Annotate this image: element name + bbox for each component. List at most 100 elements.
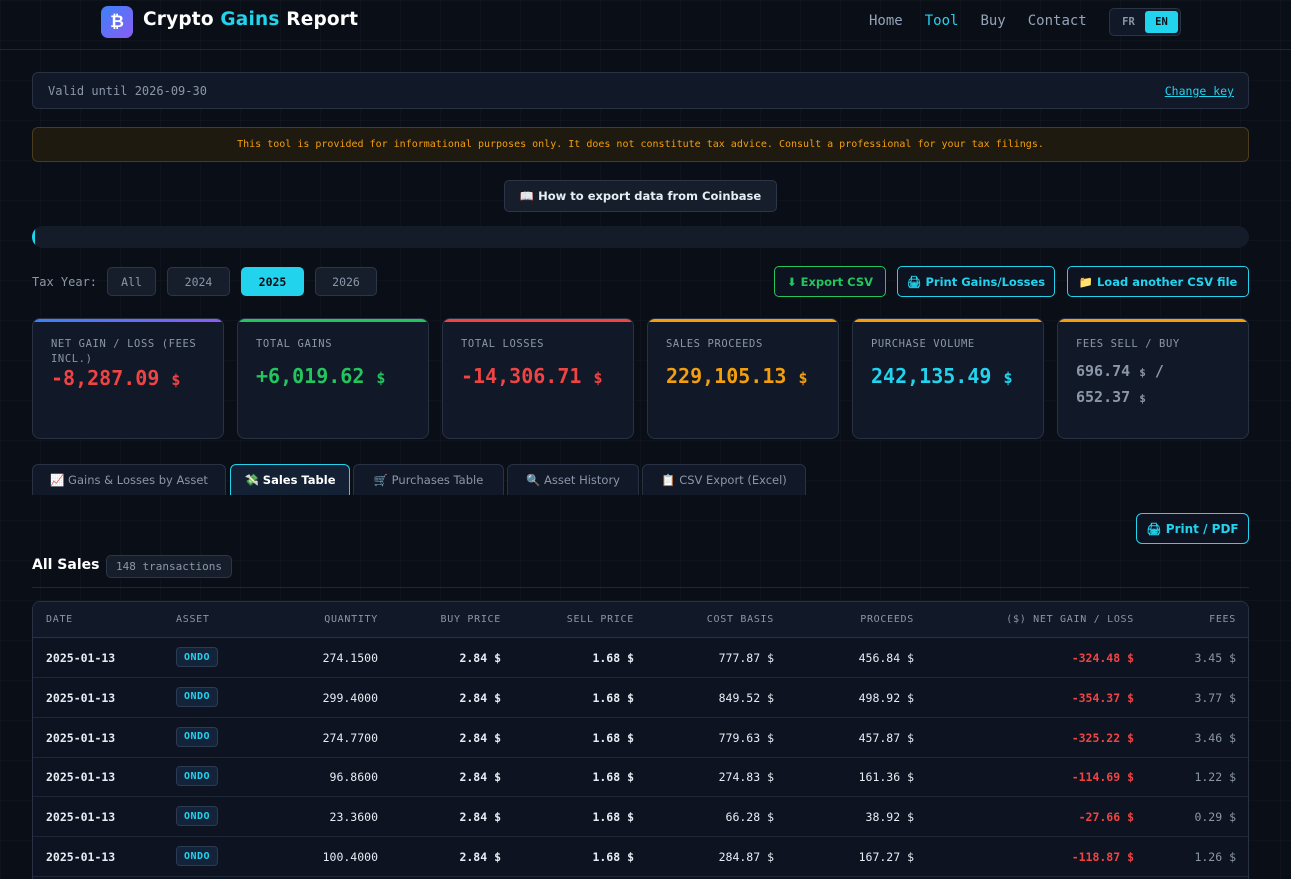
row-net-gain-loss: -114.69 $ bbox=[1071, 770, 1134, 785]
table-row[interactable]: 2025-01-13 299.4000 2.84 $ 1.68 $ 849.52 $ 49… bbox=[33, 678, 1248, 718]
row-date: 2025-01-13 bbox=[46, 730, 116, 745]
col-date[interactable]: DATE bbox=[46, 614, 73, 625]
row-net-gain-loss: -118.87 $ bbox=[1071, 850, 1134, 864]
print-gains-losses-button[interactable]: 🖨 Print Gains/Losses bbox=[897, 266, 1055, 297]
transaction-count-badge: 148 transactions bbox=[106, 555, 232, 578]
print-pdf-button[interactable]: 🖨 Print / PDF bbox=[1136, 513, 1249, 544]
col-buy-price[interactable]: BUY PRICE bbox=[441, 614, 502, 625]
table-row[interactable]: 2025-01-13 274.7700 2.84 $ 1.68 $ 779.63 $ 45… bbox=[33, 718, 1248, 758]
bitcoin-logo-icon[interactable]: ₿ bbox=[101, 6, 133, 38]
row-sell-price: 1.68 $ bbox=[592, 730, 634, 745]
row-quantity: 100.4000 bbox=[322, 850, 378, 864]
tab-asset-history[interactable]: 🔍 Asset History bbox=[507, 464, 639, 495]
table-row[interactable]: 2025-01-13 96.8600 2.84 $ 1.68 $ 274.83 $ 161… bbox=[33, 757, 1248, 798]
year-2026-button[interactable]: 2026 bbox=[315, 267, 377, 296]
row-date: 2025-01-13 bbox=[46, 850, 116, 864]
row-sell-price: 1.68 $ bbox=[592, 770, 634, 785]
table-row[interactable]: 2025-01-13 23.3600 2.84 $ 1.68 $ 66.28 $ 38.9… bbox=[33, 797, 1248, 838]
col-sell-price[interactable]: SELL PRICE bbox=[567, 614, 634, 625]
row-fees: 1.26 $ bbox=[1194, 850, 1236, 864]
top-header: ₿ Crypto Gains Report Home Tool Buy Cont… bbox=[0, 0, 1291, 50]
year-2024-button[interactable]: 2024 bbox=[167, 267, 230, 296]
tab-sales-table[interactable]: 💸 Sales Table bbox=[230, 464, 350, 495]
col-quantity[interactable]: QUANTITY bbox=[324, 614, 378, 625]
row-buy-price: 2.84 $ bbox=[459, 770, 501, 785]
row-cost-basis: 274.83 $ bbox=[718, 770, 774, 785]
nav-home[interactable]: Home bbox=[869, 13, 903, 29]
row-quantity: 96.8600 bbox=[329, 770, 378, 785]
fees-card: FEES SELL / BUY 696.74 $ /652.37 $ bbox=[1057, 318, 1249, 439]
disclaimer-banner: This tool is provided for informational … bbox=[32, 127, 1249, 162]
card-label: PURCHASE VOLUME bbox=[871, 338, 975, 350]
col-proceeds[interactable]: PROCEEDS bbox=[860, 614, 914, 625]
purchase-volume-card: PURCHASE VOLUME 242,135.49 $ bbox=[852, 318, 1044, 439]
row-proceeds: 457.87 $ bbox=[858, 730, 914, 745]
row-proceeds: 498.92 $ bbox=[858, 690, 914, 705]
card-label: FEES SELL / BUY bbox=[1076, 338, 1180, 350]
row-proceeds: 167.27 $ bbox=[858, 850, 914, 864]
row-fees: 1.22 $ bbox=[1194, 770, 1236, 785]
lang-en-button[interactable]: EN bbox=[1145, 11, 1178, 33]
nav-contact[interactable]: Contact bbox=[1028, 13, 1087, 29]
row-sell-price: 1.68 $ bbox=[592, 690, 634, 705]
row-net-gain-loss: -354.37 $ bbox=[1071, 690, 1134, 705]
row-quantity: 23.3600 bbox=[329, 810, 378, 825]
row-sell-price: 1.68 $ bbox=[592, 850, 634, 864]
row-cost-basis: 779.63 $ bbox=[718, 730, 774, 745]
change-key-link[interactable]: Change key bbox=[1165, 84, 1234, 98]
row-sell-price: 1.68 $ bbox=[592, 651, 634, 665]
total-gains-card: TOTAL GAINS +6,019.62 $ bbox=[237, 318, 429, 439]
progress-fill bbox=[32, 226, 44, 248]
row-buy-price: 2.84 $ bbox=[459, 730, 501, 745]
row-quantity: 274.7700 bbox=[322, 730, 378, 745]
row-cost-basis: 66.28 $ bbox=[725, 810, 774, 825]
col-asset[interactable]: ASSET bbox=[176, 614, 210, 625]
asset-badge[interactable]: ONDO bbox=[176, 647, 218, 667]
asset-badge[interactable]: ONDO bbox=[176, 766, 218, 787]
row-cost-basis: 777.87 $ bbox=[718, 651, 774, 665]
card-label: TOTAL GAINS bbox=[256, 338, 333, 350]
card-label: SALES PROCEEDS bbox=[666, 338, 763, 350]
row-date: 2025-01-13 bbox=[46, 770, 116, 785]
row-cost-basis: 849.52 $ bbox=[718, 690, 774, 705]
nav-tool[interactable]: Tool bbox=[925, 13, 959, 29]
how-to-export-button[interactable]: 📖 How to export data from Coinbase bbox=[504, 180, 777, 212]
row-date: 2025-01-13 bbox=[46, 690, 116, 705]
section-title: All Sales bbox=[32, 557, 100, 573]
asset-badge[interactable]: ONDO bbox=[176, 686, 218, 707]
row-net-gain-loss: -27.66 $ bbox=[1078, 810, 1134, 825]
tab-purchases-table[interactable]: 🛒 Purchases Table bbox=[353, 464, 504, 495]
row-proceeds: 38.92 $ bbox=[865, 810, 914, 825]
row-cost-basis: 284.87 $ bbox=[718, 850, 774, 864]
tab-csv-export[interactable]: 📋 CSV Export (Excel) bbox=[642, 464, 806, 495]
asset-badge[interactable]: ONDO bbox=[176, 846, 218, 866]
col-fees[interactable]: FEES bbox=[1209, 614, 1236, 625]
table-row[interactable]: 2025-01-13 274.1500 2.84 $ 1.68 $ 777.87 $ 45… bbox=[33, 638, 1248, 678]
sales-table: DATE ASSET QUANTITY BUY PRICE SELL PRICE… bbox=[32, 601, 1249, 879]
row-buy-price: 2.84 $ bbox=[459, 651, 501, 665]
export-csv-button[interactable]: ⬇ Export CSV bbox=[774, 266, 886, 297]
card-label: TOTAL LOSSES bbox=[461, 338, 545, 350]
row-proceeds: 456.84 $ bbox=[858, 651, 914, 665]
nav-buy[interactable]: Buy bbox=[980, 13, 1005, 29]
table-row[interactable]: 2025-01-13 100.4000 2.84 $ 1.68 $ 284.87 $ 16… bbox=[33, 837, 1248, 877]
year-2025-button[interactable]: 2025 bbox=[241, 267, 304, 296]
card-accent-bar bbox=[853, 319, 1043, 322]
year-all-button[interactable]: All bbox=[107, 267, 156, 296]
total-losses-card: TOTAL LOSSES -14,306.71 $ bbox=[442, 318, 634, 439]
app-title[interactable]: Crypto Gains Report bbox=[143, 9, 358, 30]
asset-badge[interactable]: ONDO bbox=[176, 806, 218, 827]
asset-badge[interactable]: ONDO bbox=[176, 726, 218, 747]
card-value: +6,019.62 $ bbox=[256, 364, 386, 388]
load-csv-button[interactable]: 📁 Load another CSV file bbox=[1067, 266, 1249, 297]
card-value: -14,306.71 $ bbox=[461, 364, 603, 388]
col-net-gain-loss[interactable]: ($) NET GAIN / LOSS bbox=[1006, 614, 1134, 625]
divider bbox=[32, 587, 1249, 588]
row-fees: 3.46 $ bbox=[1194, 730, 1236, 745]
col-cost-basis[interactable]: COST BASIS bbox=[707, 614, 774, 625]
progress-bar bbox=[32, 226, 1249, 248]
sales-proceeds-card: SALES PROCEEDS 229,105.13 $ bbox=[647, 318, 839, 439]
lang-fr-button[interactable]: FR bbox=[1112, 11, 1145, 33]
tab-gains-losses-by-asset[interactable]: 📈 Gains & Losses by Asset bbox=[32, 464, 226, 495]
card-accent-bar bbox=[238, 319, 428, 322]
